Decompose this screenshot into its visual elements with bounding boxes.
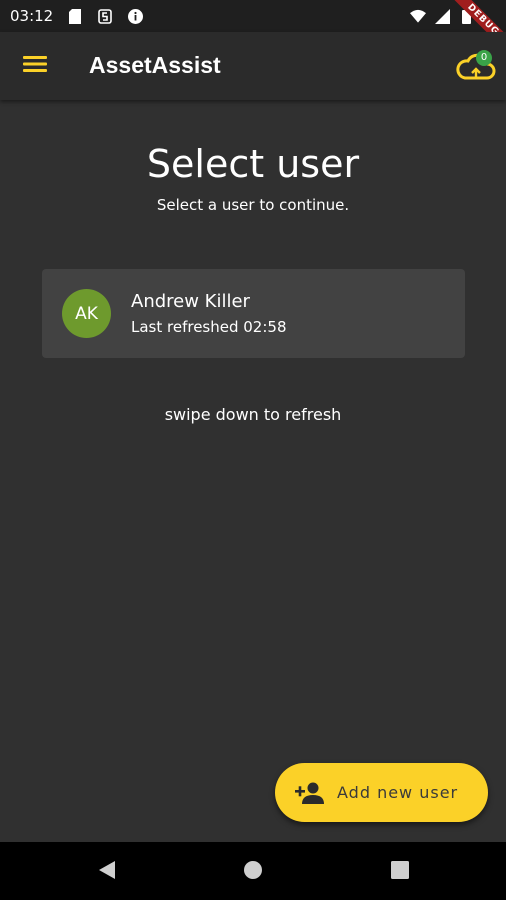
add-new-user-button[interactable]: Add new user	[275, 763, 488, 822]
app-bar: AssetAssist 0	[0, 32, 506, 100]
add-new-user-label: Add new user	[337, 783, 459, 802]
user-name: Andrew Killer	[131, 291, 250, 312]
app-title: AssetAssist	[89, 52, 221, 78]
last-refreshed-text: Last refreshed 02:58	[131, 318, 287, 336]
sd-card-icon	[67, 8, 83, 24]
sync-badge: 0	[476, 50, 492, 66]
cloud-sync-icon	[456, 53, 496, 88]
cloud-sync-button[interactable]: 0	[456, 48, 496, 84]
menu-icon	[23, 55, 47, 77]
home-button[interactable]	[241, 860, 265, 884]
wifi-icon	[410, 8, 426, 24]
recents-icon	[391, 861, 409, 883]
add-person-icon	[295, 781, 325, 805]
signal-icon	[434, 8, 450, 24]
back-icon	[98, 860, 116, 884]
info-icon	[127, 8, 143, 24]
s-notification-icon	[97, 8, 113, 24]
page-subtitle: Select a user to continue.	[156, 196, 350, 214]
home-icon	[243, 860, 263, 884]
refresh-hint: swipe down to refresh	[164, 405, 342, 424]
page-title: Select user	[146, 142, 360, 186]
avatar: AK	[62, 289, 111, 338]
recents-button[interactable]	[388, 860, 412, 884]
status-time: 03:12	[10, 7, 54, 25]
system-nav-bar	[0, 842, 506, 900]
back-button[interactable]	[95, 860, 119, 884]
status-bar: 03:12	[0, 0, 506, 32]
menu-button[interactable]	[18, 52, 52, 80]
user-card[interactable]: AK Andrew Killer Last refreshed 02:58	[42, 269, 465, 358]
battery-icon	[458, 8, 474, 24]
